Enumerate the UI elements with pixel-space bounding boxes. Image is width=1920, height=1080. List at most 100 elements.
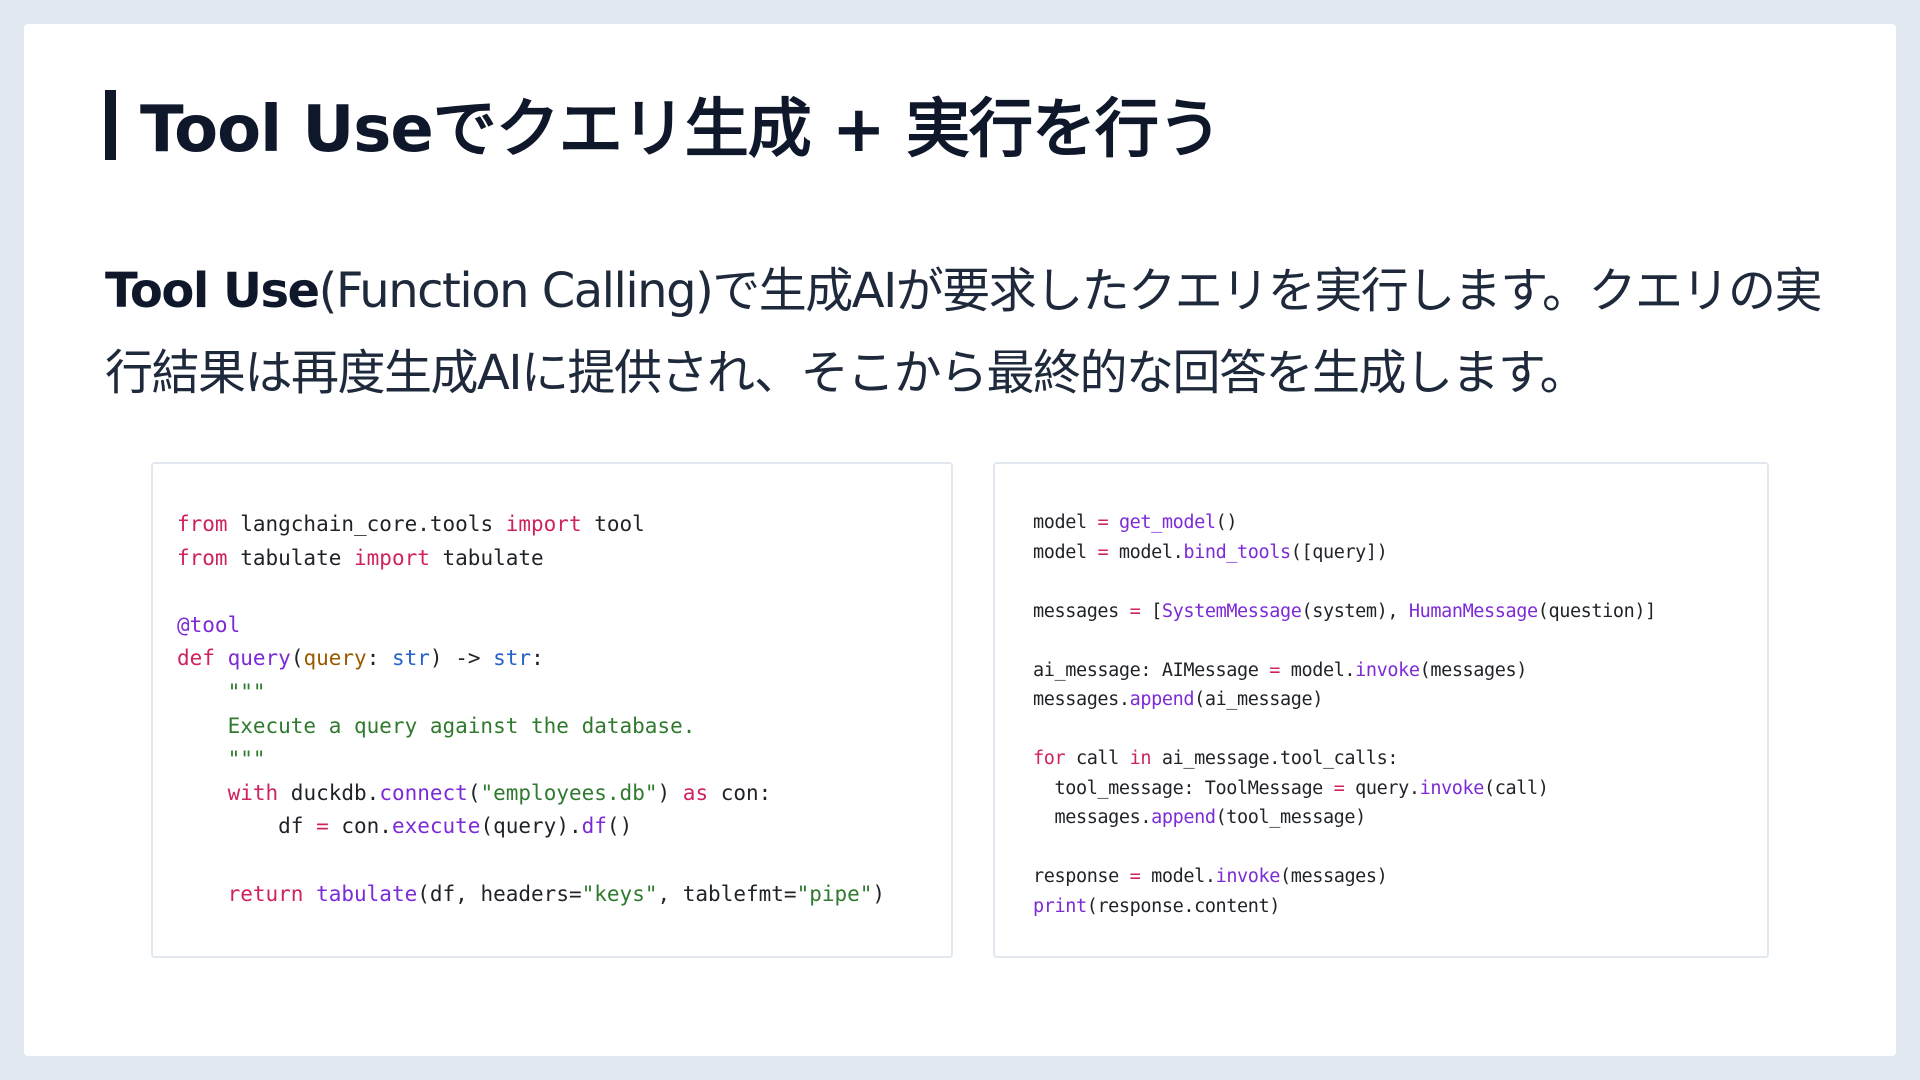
code-line: with duckdb.connect("employees.db") as c…	[177, 777, 951, 811]
code-line: messages.append(tool_message)	[1033, 803, 1767, 833]
code-token: df	[177, 814, 317, 839]
code-token: (call)	[1484, 777, 1549, 799]
code-token: ([query])	[1290, 541, 1388, 563]
description: Tool Use(Function Calling)で生成AIが要求したクエリを…	[105, 250, 1865, 414]
code-line: messages = [SystemMessage(system), Human…	[1033, 597, 1767, 627]
code-token: :	[366, 646, 392, 671]
code-token: =	[1097, 512, 1109, 533]
code-token: append	[1129, 689, 1195, 710]
code-line: from langchain_core.tools import tool	[177, 508, 951, 542]
code-token: :	[531, 646, 544, 671]
code-token: model	[1033, 512, 1098, 533]
code-token: invoke	[1419, 777, 1485, 799]
code-token: messages.	[1033, 807, 1152, 828]
code-token: model.	[1140, 866, 1216, 887]
code-token: tool_message: ToolMessage	[1033, 777, 1334, 799]
code-token: get_model	[1118, 512, 1216, 533]
code-token: (tool_message)	[1215, 807, 1367, 828]
code-token: str	[391, 646, 430, 671]
code-token: (response.content)	[1086, 895, 1281, 917]
code-content: from langchain_core.tools import tool fro…	[177, 508, 951, 911]
code-token: tabulate	[316, 881, 418, 906]
code-token: model	[1033, 541, 1098, 563]
code-line: """	[177, 676, 951, 710]
code-token: """	[177, 747, 266, 772]
title-accent-bar	[105, 90, 116, 160]
code-token: (	[290, 646, 304, 671]
code-token: =	[316, 814, 329, 839]
code-token: duckdb.	[278, 780, 380, 805]
code-token: model.	[1108, 541, 1184, 563]
code-token: (ai_message)	[1194, 689, 1323, 710]
code-token: =	[1129, 866, 1141, 887]
code-token: query	[227, 646, 291, 671]
code-token: (	[467, 780, 481, 805]
code-token: (messages)	[1419, 659, 1528, 681]
code-token: def	[177, 646, 215, 671]
code-token: messages.	[1033, 689, 1130, 710]
code-token: ()	[606, 814, 633, 839]
code-token: (df, headers=	[417, 881, 582, 906]
code-token: con.	[328, 814, 392, 839]
description-lead: Tool Use	[105, 263, 320, 319]
code-token: ai_message: AIMessage	[1033, 659, 1270, 681]
code-token: (query).	[480, 814, 582, 839]
code-token: =	[1333, 777, 1345, 799]
code-token: "pipe"	[796, 881, 873, 906]
code-line: messages.append(ai_message)	[1033, 685, 1767, 715]
code-token: ai_message.tool_calls:	[1151, 748, 1399, 769]
code-token: query	[303, 646, 367, 671]
code-token: from	[177, 545, 228, 570]
code-token: Execute a query against the database.	[177, 713, 696, 738]
code-token: str	[493, 646, 532, 671]
code-token: tabulate	[227, 545, 355, 570]
code-token: "employees.db"	[480, 780, 658, 805]
code-line: response = model.invoke(messages)	[1033, 862, 1767, 892]
code-token: , tablefmt=	[657, 881, 797, 906]
code-token: SystemMessage	[1161, 600, 1302, 622]
code-line: from tabulate import tabulate	[177, 542, 951, 576]
code-token: (messages)	[1280, 866, 1388, 887]
code-line: ai_message: AIMessage = model.invoke(mes…	[1033, 656, 1767, 686]
code-token: print	[1033, 895, 1087, 917]
code-line: model = get_model()	[1033, 508, 1767, 538]
code-line: model = model.bind_tools([query])	[1033, 538, 1767, 568]
slide: Tool Useでクエリ生成 + 実行を行う Tool Use(Function…	[24, 24, 1896, 1056]
code-token: model.	[1280, 659, 1356, 681]
code-token: =	[1269, 659, 1280, 681]
code-token: import	[354, 545, 430, 570]
code-token: invoke	[1355, 659, 1420, 681]
code-token: for	[1033, 748, 1066, 769]
code-token: query.	[1344, 777, 1420, 799]
code-token: HumanMessage	[1408, 600, 1538, 622]
code-token: con:	[708, 780, 772, 805]
code-token: df	[581, 814, 607, 839]
code-token: as	[682, 780, 709, 805]
code-line: Execute a query against the database.	[177, 710, 951, 744]
code-token: )	[657, 780, 683, 805]
description-text: (Function Calling)で生成AIが要求したクエリを実行します。クエ…	[105, 263, 1823, 401]
page-title: Tool Useでクエリ生成 + 実行を行う	[140, 93, 1222, 167]
code-line: tool_message: ToolMessage = query.invoke…	[1033, 774, 1767, 804]
code-token: import	[505, 512, 582, 536]
code-token: """	[177, 679, 266, 704]
code-block-tool-definition: from langchain_core.tools import tool fro…	[151, 462, 953, 958]
code-line: df = con.execute(query).df()	[177, 810, 951, 844]
code-token: invoke	[1215, 866, 1281, 887]
code-token: (system),	[1301, 600, 1409, 622]
code-token: messages	[1033, 600, 1130, 622]
code-token: return	[227, 881, 304, 906]
code-token: execute	[391, 814, 481, 839]
code-token: =	[1097, 541, 1109, 563]
code-block-agent-loop: model = get_model() model = model.bind_to…	[993, 462, 1769, 958]
code-token: bind_tools	[1183, 541, 1291, 563]
code-token: with	[227, 780, 279, 805]
